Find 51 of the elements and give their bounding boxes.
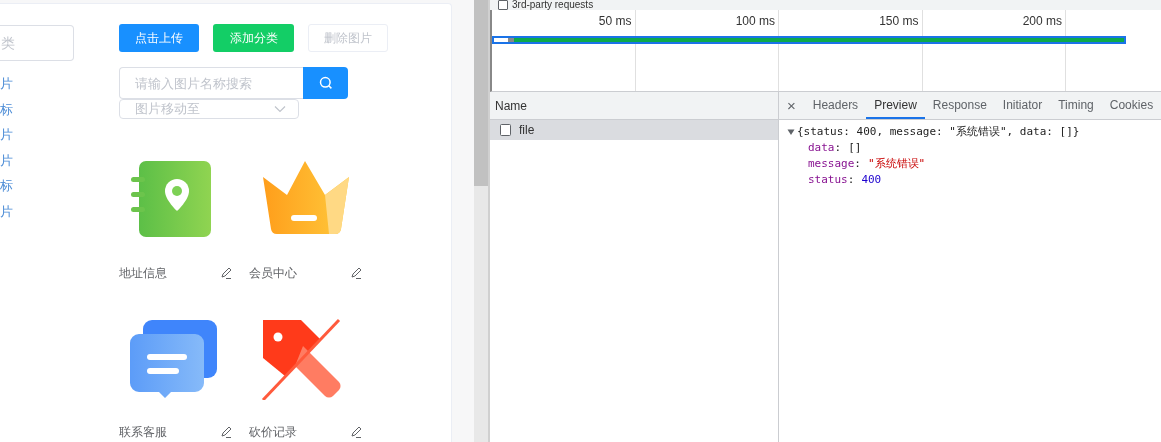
property-key: status	[808, 173, 848, 186]
close-button[interactable]: ×	[779, 92, 805, 119]
search-icon	[318, 76, 333, 90]
image-name: 联系客服	[119, 423, 167, 441]
tick-label: 100 ms	[735, 14, 775, 28]
tab[interactable]: Initiator	[994, 92, 1051, 119]
property-value: "系统错误"	[868, 157, 926, 170]
scrollbar-thumb[interactable]	[474, 0, 488, 186]
category-item[interactable]: 标	[0, 96, 13, 123]
tick-label: 150 ms	[879, 14, 919, 28]
search-button[interactable]	[303, 67, 348, 99]
tab[interactable]: Preview	[866, 92, 925, 119]
category-item[interactable]: 片	[0, 71, 13, 97]
colon: :	[834, 141, 842, 154]
tab[interactable]: Timing	[1050, 92, 1102, 119]
category-item[interactable]: 片	[0, 147, 13, 174]
filter-label: 3rd-party requests	[512, 0, 594, 10]
image-name: 砍价记录	[249, 423, 297, 441]
pencil-icon[interactable]	[349, 425, 363, 439]
property-key: data	[808, 141, 835, 154]
checkbox[interactable]	[498, 0, 508, 10]
category-item[interactable]: 片	[0, 122, 13, 148]
file-icon	[500, 124, 512, 136]
triangle-icon[interactable]	[787, 128, 795, 136]
pencil-icon[interactable]	[349, 266, 363, 280]
image-name: 会员中心	[249, 264, 297, 282]
colon: :	[854, 157, 861, 170]
add-category-button[interactable]: 添加分类	[213, 24, 294, 52]
tick-label: 50 ms	[598, 14, 632, 28]
search-field[interactable]: 请输入图片名称搜索	[119, 67, 303, 99]
tab[interactable]: Cookies	[1101, 92, 1161, 119]
pencil-icon[interactable]	[219, 266, 233, 280]
tab[interactable]: Headers	[804, 92, 867, 119]
tick-label: 200 ms	[1022, 14, 1062, 28]
request-row[interactable]: file	[490, 120, 778, 140]
chevron-down-icon	[274, 105, 286, 113]
pencil-icon[interactable]	[219, 425, 233, 439]
tab[interactable]: Response	[924, 92, 995, 119]
property-key: message	[808, 157, 855, 170]
image-name: 地址信息	[119, 264, 167, 282]
property-value: []	[848, 141, 862, 154]
request-name: file	[519, 123, 535, 137]
category-search-field[interactable]: 类	[0, 25, 74, 61]
colon: :	[847, 173, 855, 186]
upload-button[interactable]: 点击上传	[119, 24, 199, 52]
object-summary: {status: 400, message: "系统错误", data: []}	[797, 124, 1080, 140]
scrollbar[interactable]	[474, 0, 488, 442]
category-item[interactable]: 标	[0, 173, 13, 199]
category-item[interactable]: 片	[0, 198, 13, 225]
column-header[interactable]: Name	[490, 92, 778, 120]
property-value: 400	[861, 173, 882, 186]
